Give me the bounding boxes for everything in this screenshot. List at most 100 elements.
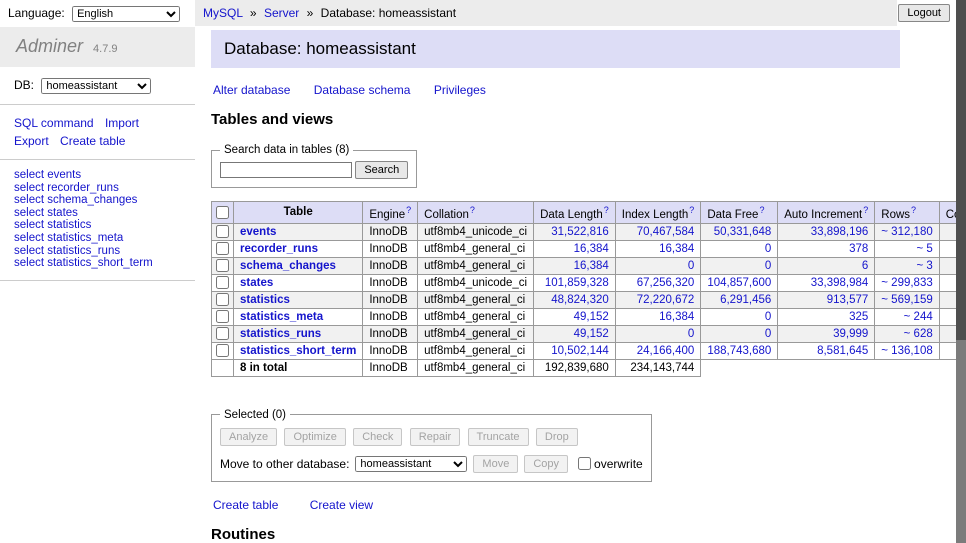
help-icon[interactable]: ? xyxy=(604,205,609,215)
index-length-link[interactable]: 16,384 xyxy=(659,311,694,323)
database-schema-link[interactable]: Database schema xyxy=(314,83,411,97)
help-icon[interactable]: ? xyxy=(689,205,694,215)
data-free-link[interactable]: 6,291,456 xyxy=(720,294,771,306)
table-name-link[interactable]: events xyxy=(240,226,276,238)
data-free-link[interactable]: 104,857,600 xyxy=(707,277,771,289)
table-name-link[interactable]: statistics xyxy=(240,294,290,306)
repair-button[interactable]: Repair xyxy=(410,428,460,446)
data-length-link[interactable]: 16,384 xyxy=(574,243,609,255)
table-name-link[interactable]: statistics_runs xyxy=(240,328,321,340)
privileges-link[interactable]: Privileges xyxy=(434,83,486,97)
search-button[interactable]: Search xyxy=(355,161,408,179)
search-input[interactable] xyxy=(220,162,352,178)
auto-increment-link[interactable]: 33,898,196 xyxy=(811,226,869,238)
sidebar-create-table-link[interactable]: Create table xyxy=(60,134,125,148)
data-free-link[interactable]: 0 xyxy=(765,328,771,340)
data-free-link[interactable]: 0 xyxy=(765,243,771,255)
sidebar-select-statistics[interactable]: select statistics xyxy=(14,219,181,232)
index-length-link[interactable]: 16,384 xyxy=(659,243,694,255)
auto-increment-link[interactable]: 33,398,984 xyxy=(811,277,869,289)
row-checkbox[interactable] xyxy=(216,225,229,238)
index-length-link[interactable]: 70,467,584 xyxy=(637,226,695,238)
copy-button[interactable]: Copy xyxy=(524,455,568,473)
data-length-link[interactable]: 16,384 xyxy=(574,260,609,272)
create-view-link[interactable]: Create view xyxy=(310,498,373,512)
auto-increment-link[interactable]: 913,577 xyxy=(827,294,869,306)
vertical-scrollbar[interactable] xyxy=(956,0,966,543)
sidebar-select-states[interactable]: select states xyxy=(14,207,181,220)
overwrite-checkbox[interactable] xyxy=(578,457,591,470)
row-checkbox[interactable] xyxy=(216,310,229,323)
language-select[interactable]: English xyxy=(72,6,180,22)
sidebar-select-statistics_runs[interactable]: select statistics_runs xyxy=(14,245,181,258)
scrollbar-thumb[interactable] xyxy=(956,0,966,340)
rows-link[interactable]: ~ 5 xyxy=(916,243,932,255)
data-length-link[interactable]: 31,522,816 xyxy=(551,226,609,238)
breadcrumb-mysql-link[interactable]: MySQL xyxy=(203,6,243,20)
row-checkbox[interactable] xyxy=(216,293,229,306)
auto-increment-link[interactable]: 378 xyxy=(849,243,868,255)
index-length-link[interactable]: 67,256,320 xyxy=(637,277,695,289)
row-checkbox[interactable] xyxy=(216,276,229,289)
check-button[interactable]: Check xyxy=(353,428,402,446)
data-free-link[interactable]: 50,331,648 xyxy=(714,226,772,238)
rows-link[interactable]: ~ 3 xyxy=(916,260,932,272)
table-name-link[interactable]: states xyxy=(240,277,273,289)
select-all-checkbox[interactable] xyxy=(216,206,229,219)
rows-link[interactable]: ~ 628 xyxy=(904,328,933,340)
auto-increment-link[interactable]: 6 xyxy=(862,260,868,272)
db-select[interactable]: homeassistant xyxy=(41,78,151,94)
data-free-link[interactable]: 188,743,680 xyxy=(707,345,771,357)
sidebar-select-statistics_short_term[interactable]: select statistics_short_term xyxy=(14,257,181,270)
rows-link[interactable]: ~ 244 xyxy=(904,311,933,323)
move-db-select[interactable]: homeassistant xyxy=(355,456,467,472)
data-free-link[interactable]: 0 xyxy=(765,311,771,323)
drop-button[interactable]: Drop xyxy=(536,428,578,446)
row-checkbox[interactable] xyxy=(216,242,229,255)
optimize-button[interactable]: Optimize xyxy=(284,428,345,446)
auto-increment-link[interactable]: 325 xyxy=(849,311,868,323)
sidebar-import-link[interactable]: Import xyxy=(105,116,139,130)
alter-database-link[interactable]: Alter database xyxy=(213,83,290,97)
move-button[interactable]: Move xyxy=(473,455,518,473)
logout-button[interactable]: Logout xyxy=(898,4,950,22)
index-length-link[interactable]: 24,166,400 xyxy=(637,345,695,357)
help-icon[interactable]: ? xyxy=(759,205,764,215)
sidebar-select-statistics_meta[interactable]: select statistics_meta xyxy=(14,232,181,245)
help-icon[interactable]: ? xyxy=(911,205,916,215)
data-length-link[interactable]: 101,859,328 xyxy=(545,277,609,289)
create-table-link[interactable]: Create table xyxy=(213,498,278,512)
help-icon[interactable]: ? xyxy=(470,205,475,215)
truncate-button[interactable]: Truncate xyxy=(468,428,529,446)
sidebar-export-link[interactable]: Export xyxy=(14,134,49,148)
data-length-link[interactable]: 49,152 xyxy=(574,328,609,340)
table-name-link[interactable]: statistics_short_term xyxy=(240,345,356,357)
rows-link[interactable]: ~ 569,159 xyxy=(881,294,932,306)
data-length-link[interactable]: 10,502,144 xyxy=(551,345,609,357)
help-icon[interactable]: ? xyxy=(406,205,411,215)
auto-increment-link[interactable]: 39,999 xyxy=(833,328,868,340)
index-length-link[interactable]: 0 xyxy=(688,260,694,272)
table-name-link[interactable]: statistics_meta xyxy=(240,311,323,323)
row-checkbox[interactable] xyxy=(216,344,229,357)
analyze-button[interactable]: Analyze xyxy=(220,428,277,446)
rows-link[interactable]: ~ 299,833 xyxy=(881,277,932,289)
sidebar-select-recorder_runs[interactable]: select recorder_runs xyxy=(14,182,181,195)
index-length-link[interactable]: 0 xyxy=(688,328,694,340)
rows-link[interactable]: ~ 136,108 xyxy=(881,345,932,357)
sidebar-sql-command-link[interactable]: SQL command xyxy=(14,116,94,130)
data-length-link[interactable]: 49,152 xyxy=(574,311,609,323)
row-checkbox[interactable] xyxy=(216,259,229,272)
breadcrumb-server-link[interactable]: Server xyxy=(264,6,299,20)
data-length-link[interactable]: 48,824,320 xyxy=(551,294,609,306)
row-checkbox[interactable] xyxy=(216,327,229,340)
index-length-link[interactable]: 72,220,672 xyxy=(637,294,695,306)
sidebar-select-schema_changes[interactable]: select schema_changes xyxy=(14,194,181,207)
help-icon[interactable]: ? xyxy=(863,205,868,215)
sidebar-select-events[interactable]: select events xyxy=(14,169,181,182)
table-name-link[interactable]: schema_changes xyxy=(240,260,336,272)
data-free-link[interactable]: 0 xyxy=(765,260,771,272)
auto-increment-link[interactable]: 8,581,645 xyxy=(817,345,868,357)
table-name-link[interactable]: recorder_runs xyxy=(240,243,318,255)
rows-link[interactable]: ~ 312,180 xyxy=(881,226,932,238)
